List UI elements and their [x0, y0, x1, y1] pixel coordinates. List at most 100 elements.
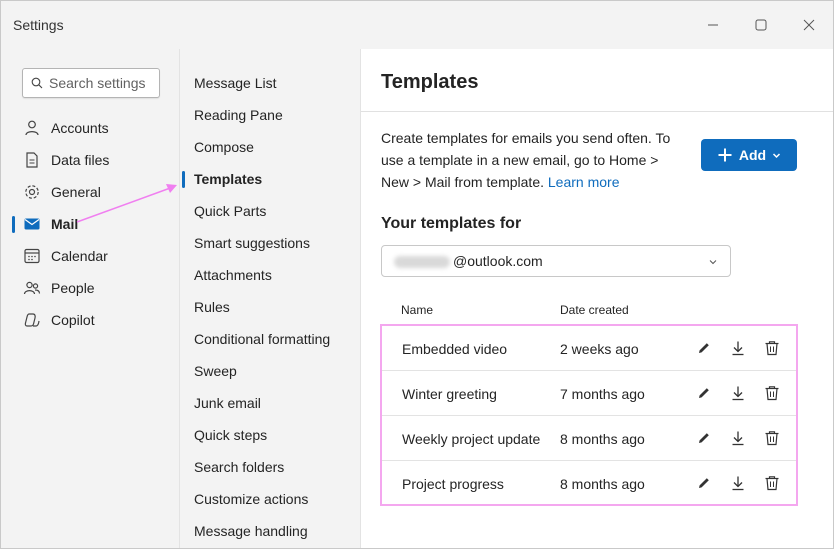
- window-title: Settings: [13, 17, 64, 33]
- trash-icon: [765, 476, 779, 491]
- menu-item-label: Message handling: [194, 523, 308, 539]
- table-row[interactable]: Project progress 8 months ago: [382, 461, 796, 506]
- template-name: Embedded video: [402, 341, 508, 357]
- trash-icon: [765, 386, 779, 401]
- sidebar-item-people[interactable]: People: [1, 272, 179, 304]
- add-template-button[interactable]: Add: [701, 139, 797, 171]
- redacted-username: [394, 256, 450, 268]
- sidebar-item-accounts[interactable]: Accounts: [1, 112, 179, 144]
- menu-item-attachments[interactable]: Attachments: [180, 241, 360, 283]
- maximize-button[interactable]: [741, 9, 781, 41]
- template-date: 8 months ago: [560, 431, 645, 447]
- sidebar-item-label: Data files: [51, 152, 110, 168]
- chevron-down-icon: [709, 260, 717, 265]
- chevron-down-icon: [773, 152, 781, 158]
- people-icon: [23, 281, 41, 295]
- description-text: Create templates for emails you send oft…: [381, 130, 671, 190]
- menu-item-conditional-formatting[interactable]: Conditional formatting: [180, 305, 360, 347]
- templates-description: Create templates for emails you send oft…: [381, 127, 681, 193]
- sidebar-item-label: Mail: [51, 216, 79, 232]
- table-row[interactable]: Embedded video 2 weeks ago: [382, 326, 796, 371]
- add-button-label: Add: [738, 147, 767, 163]
- menu-item-rules[interactable]: Rules: [180, 273, 360, 315]
- maximize-icon: [755, 19, 767, 31]
- download-button[interactable]: [728, 473, 748, 493]
- sidebar-item-label: Calendar: [51, 248, 108, 264]
- menu-item-customize-actions[interactable]: Customize actions: [180, 465, 360, 507]
- download-button[interactable]: [728, 428, 748, 448]
- templates-panel: Templates Create templates for emails yo…: [360, 49, 833, 548]
- edit-button[interactable]: [694, 338, 714, 358]
- menu-item-junk-email[interactable]: Junk email: [180, 369, 360, 411]
- search-icon: [31, 77, 43, 89]
- mail-icon: [24, 218, 40, 230]
- search-input[interactable]: [49, 75, 149, 91]
- edit-button[interactable]: [694, 473, 714, 493]
- column-header-date: Date created: [560, 303, 629, 317]
- download-button[interactable]: [728, 383, 748, 403]
- pencil-icon: [699, 478, 709, 488]
- sidebar-item-copilot[interactable]: Copilot: [1, 304, 179, 336]
- menu-item-reading-pane[interactable]: Reading Pane: [180, 81, 360, 123]
- sidebar-item-general[interactable]: General: [1, 176, 179, 208]
- sidebar-item-calendar[interactable]: Calendar: [1, 240, 179, 272]
- sidebar-item-data-files[interactable]: Data files: [1, 144, 179, 176]
- delete-button[interactable]: [762, 383, 782, 403]
- account-dropdown-value: @outlook.com: [453, 253, 543, 269]
- download-icon: [732, 386, 744, 401]
- sidebar-item-mail[interactable]: Mail: [1, 208, 179, 240]
- template-date: 7 months ago: [560, 386, 645, 402]
- search-box[interactable]: [22, 68, 160, 98]
- template-date: 8 months ago: [560, 476, 645, 492]
- trash-icon: [765, 431, 779, 446]
- calendar-icon: [24, 248, 40, 264]
- menu-item-quick-parts[interactable]: Quick Parts: [180, 177, 360, 219]
- edit-button[interactable]: [694, 383, 714, 403]
- menu-item-compose[interactable]: Compose: [180, 113, 360, 155]
- close-icon: [803, 19, 815, 31]
- table-row[interactable]: Winter greeting 7 months ago: [382, 371, 796, 416]
- download-icon: [732, 476, 744, 491]
- menu-item-quick-steps[interactable]: Quick steps: [180, 401, 360, 443]
- templates-section-title: Your templates for: [381, 215, 522, 232]
- menu-item-smart-suggestions[interactable]: Smart suggestions: [180, 209, 360, 251]
- mail-settings-menu: Message List Reading Pane Compose Templa…: [179, 49, 360, 548]
- document-icon: [26, 152, 38, 168]
- page-title: Templates: [381, 71, 479, 93]
- minimize-icon: [708, 24, 718, 26]
- gear-icon: [25, 185, 39, 199]
- copilot-icon: [24, 313, 40, 327]
- pencil-icon: [699, 388, 709, 398]
- column-header-name: Name: [401, 303, 434, 317]
- template-name: Weekly project update: [402, 431, 541, 447]
- edit-button[interactable]: [694, 428, 714, 448]
- download-icon: [732, 341, 744, 356]
- delete-button[interactable]: [762, 338, 782, 358]
- delete-button[interactable]: [762, 428, 782, 448]
- settings-sidebar: Accounts Data files General Mail Calenda…: [1, 49, 179, 548]
- download-button[interactable]: [728, 338, 748, 358]
- plus-icon: [718, 148, 732, 162]
- close-button[interactable]: [789, 9, 829, 41]
- menu-item-sweep[interactable]: Sweep: [180, 337, 360, 379]
- menu-item-search-folders[interactable]: Search folders: [180, 433, 360, 475]
- minimize-button[interactable]: [693, 9, 733, 41]
- sidebar-item-label: General: [51, 184, 101, 200]
- header-divider: [361, 111, 833, 112]
- download-icon: [732, 431, 744, 446]
- menu-item-message-handling[interactable]: Message handling: [180, 497, 360, 539]
- account-dropdown[interactable]: @outlook.com: [381, 245, 731, 277]
- pencil-icon: [699, 343, 709, 353]
- menu-item-message-list[interactable]: Message List: [180, 49, 360, 91]
- title-bar: Settings: [1, 1, 833, 49]
- sidebar-item-label: Copilot: [51, 312, 95, 328]
- active-indicator: [12, 216, 15, 233]
- table-row[interactable]: Weekly project update 8 months ago: [382, 416, 796, 461]
- template-date: 2 weeks ago: [560, 341, 639, 357]
- trash-icon: [765, 341, 779, 356]
- menu-item-templates[interactable]: Templates: [180, 145, 360, 187]
- templates-table: Embedded video 2 weeks ago Winter greeti…: [380, 324, 798, 506]
- learn-more-link[interactable]: Learn more: [548, 174, 620, 190]
- delete-button[interactable]: [762, 473, 782, 493]
- sidebar-item-label: People: [51, 280, 95, 296]
